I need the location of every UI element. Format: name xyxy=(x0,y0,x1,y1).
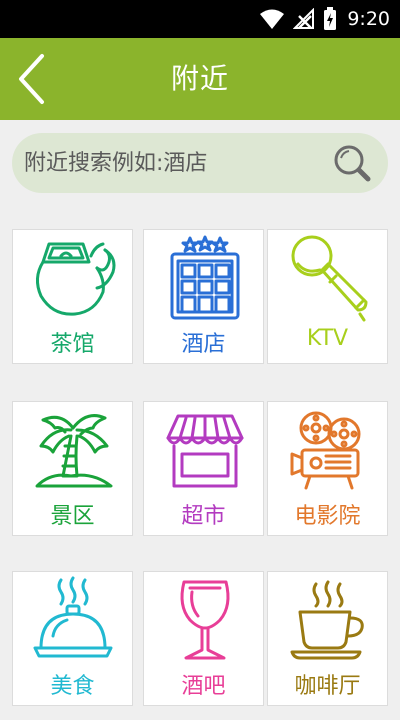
no-signal-icon xyxy=(293,8,315,29)
app-bar: 附近 xyxy=(0,38,400,120)
wine-glass-icon xyxy=(180,580,230,660)
status-icons: 9:20 xyxy=(259,6,390,32)
category-label: 电影院 xyxy=(294,504,361,529)
battery-charging-icon xyxy=(324,7,337,30)
category-label: 酒店 xyxy=(181,332,226,357)
search-icon[interactable] xyxy=(332,143,372,183)
category-ktv[interactable]: KTV xyxy=(267,229,388,364)
status-bar: 9:20 xyxy=(0,0,400,38)
category-label: 茶馆 xyxy=(50,332,95,357)
category-bar[interactable]: 酒吧 xyxy=(143,571,264,706)
film-projector-icon xyxy=(290,411,361,490)
supermarket-icon xyxy=(166,414,244,488)
teapot-icon xyxy=(36,242,116,316)
category-supermarket[interactable]: 超市 xyxy=(143,401,264,536)
palm-tree-icon xyxy=(35,414,113,488)
food-cloche-icon xyxy=(33,576,113,658)
category-cafe[interactable]: 咖啡厅 xyxy=(267,571,388,706)
category-label: 景区 xyxy=(50,504,95,529)
wifi-icon xyxy=(260,9,285,29)
coffee-cup-icon xyxy=(290,580,364,660)
microphone-icon xyxy=(291,235,368,322)
page-title: 附近 xyxy=(170,62,229,95)
status-time: 9:20 xyxy=(347,8,390,30)
search-bar[interactable] xyxy=(12,133,388,193)
category-label: 美食 xyxy=(50,674,95,699)
category-scenic-spot[interactable]: 景区 xyxy=(12,401,133,536)
category-food[interactable]: 美食 xyxy=(12,571,133,706)
category-label: KTV xyxy=(306,326,349,351)
category-label: 酒吧 xyxy=(181,674,226,699)
category-hotel[interactable]: 酒店 xyxy=(143,229,264,364)
category-cinema[interactable]: 电影院 xyxy=(267,401,388,536)
category-tea-house[interactable]: 茶馆 xyxy=(12,229,133,364)
category-label: 超市 xyxy=(181,504,226,529)
hotel-icon xyxy=(170,235,240,320)
category-label: 咖啡厅 xyxy=(294,674,361,699)
